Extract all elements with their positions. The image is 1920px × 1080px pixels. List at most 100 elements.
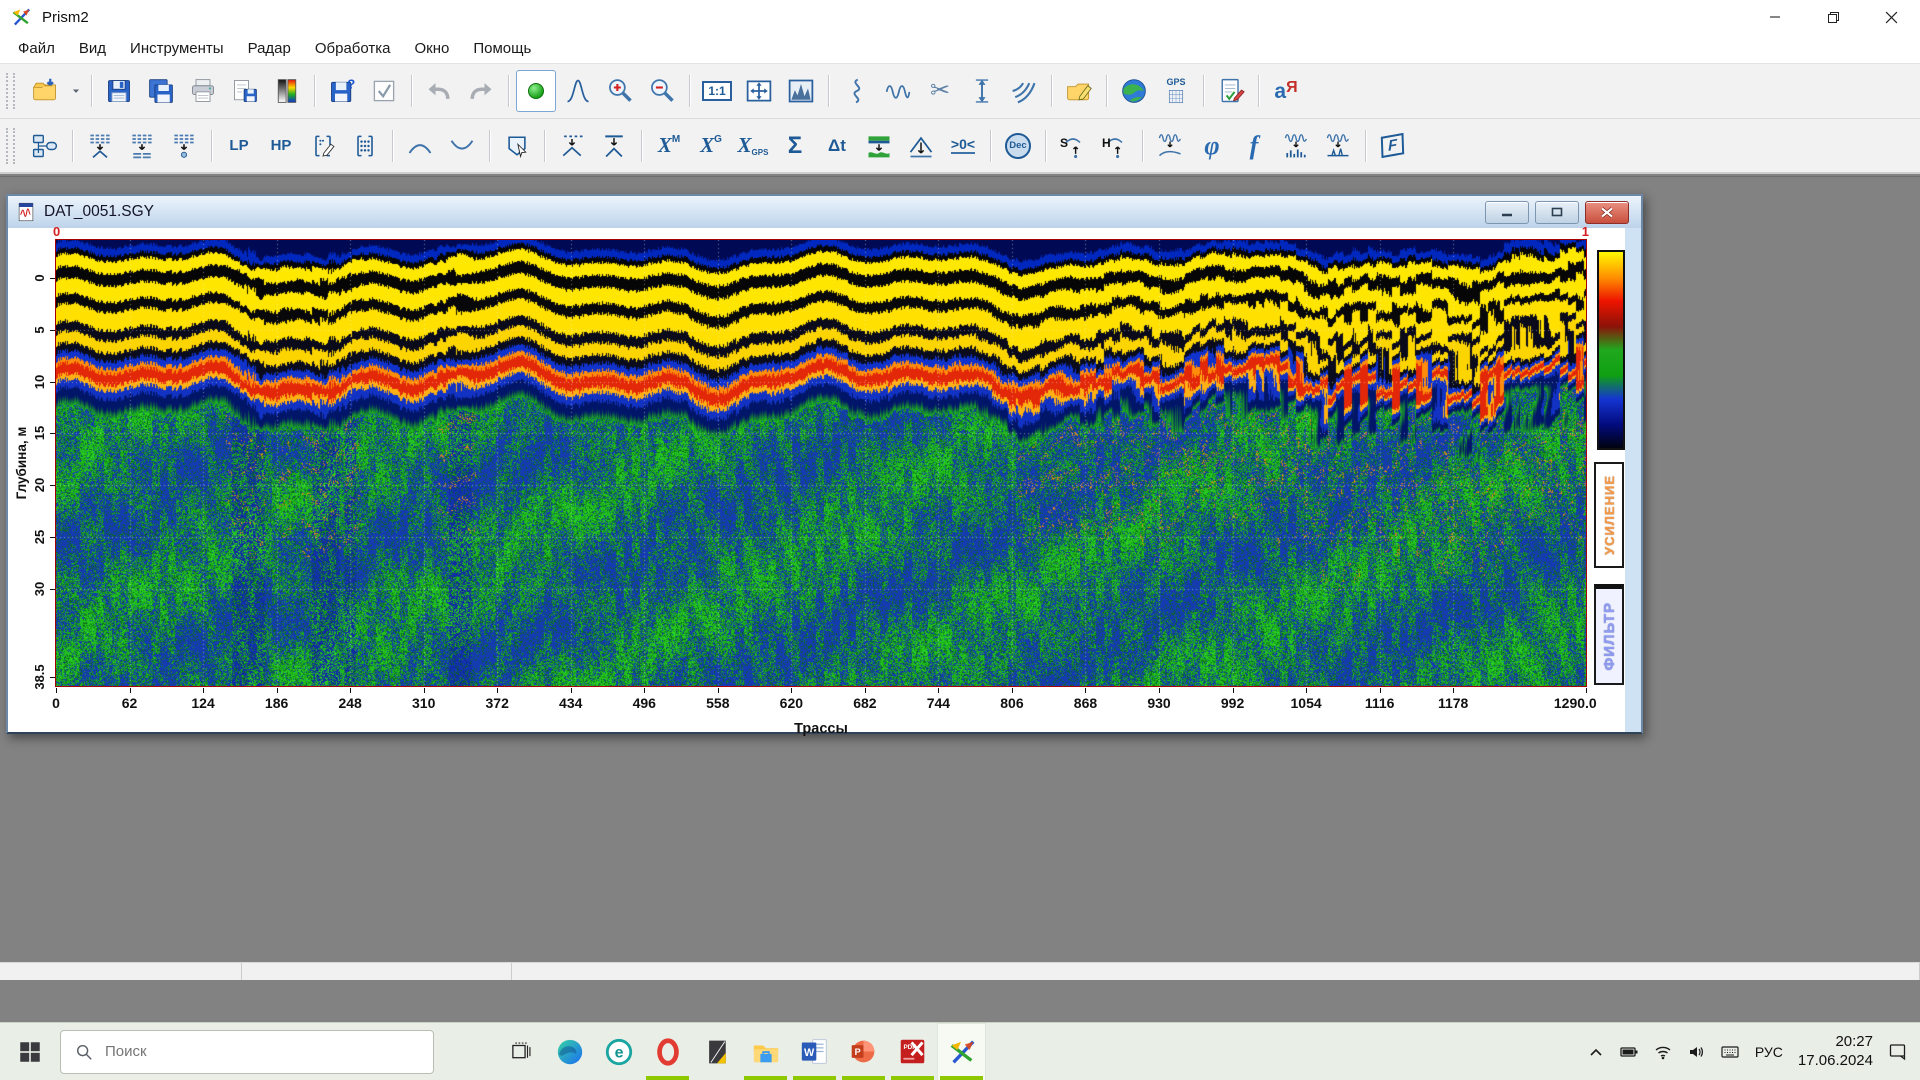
- wifi-icon[interactable]: [1654, 1043, 1672, 1061]
- toolbar-button-x-gps[interactable]: XGPS: [733, 125, 773, 167]
- toolbar-button-report-check[interactable]: [1211, 70, 1251, 112]
- taskbar-app-task-view[interactable]: [496, 1023, 545, 1080]
- toolbar-button-route-line[interactable]: [836, 70, 876, 112]
- taskbar-app-pdf-viewer[interactable]: PDF: [888, 1023, 937, 1080]
- toolbar-button-x-move[interactable]: XM: [649, 125, 689, 167]
- close-button[interactable]: [1862, 0, 1920, 34]
- toolbar-button-h-gain[interactable]: H: [1095, 125, 1135, 167]
- toolbar-button-wavelet-smooth[interactable]: [1150, 125, 1190, 167]
- language-indicator[interactable]: РУС: [1755, 1044, 1783, 1060]
- toolbar-button-lowpass[interactable]: LP: [219, 125, 259, 167]
- document-titlebar[interactable]: DAT_0051.SGY: [8, 196, 1641, 229]
- taskbar-app-dark-app[interactable]: [692, 1023, 741, 1080]
- menu-item-processing[interactable]: Обработка: [303, 35, 403, 63]
- toolbar-button-fit-extent[interactable]: [739, 70, 779, 112]
- tray-expand-icon[interactable]: [1587, 1043, 1605, 1061]
- toolbar-button-terrain-layers[interactable]: [859, 125, 899, 167]
- toolbar-button-align-peaks[interactable]: [552, 125, 592, 167]
- touch-keyboard-icon[interactable]: [1720, 1043, 1740, 1061]
- document-close-button[interactable]: [1585, 201, 1629, 224]
- toolbar-button-matrix-dots[interactable]: [345, 125, 385, 167]
- menu-item-window[interactable]: Окно: [403, 35, 462, 63]
- toolbar-button-zoom-out[interactable]: [642, 70, 682, 112]
- toolbar-grip[interactable]: [6, 128, 15, 164]
- toolbar-button-flatten-peaks[interactable]: [594, 125, 634, 167]
- taskbar-app-powerpoint[interactable]: P: [839, 1023, 888, 1080]
- toolbar-button-translate[interactable]: aЯ: [1266, 70, 1306, 112]
- menu-item-view[interactable]: Вид: [67, 35, 118, 63]
- toolbar-button-deconvolution[interactable]: Dec: [998, 125, 1038, 167]
- toolbar-button-option-check[interactable]: [364, 70, 404, 112]
- toolbar-button-vertical-range[interactable]: [962, 70, 1002, 112]
- toolbar-button-f-function[interactable]: F: [1373, 125, 1413, 167]
- menu-item-radar[interactable]: Радар: [236, 35, 303, 63]
- restore-button[interactable]: [1804, 0, 1862, 34]
- y-tick-mark: [50, 433, 55, 434]
- x-tick-label: 930: [1147, 695, 1170, 711]
- toolbar-button-highpass[interactable]: HP: [261, 125, 301, 167]
- toolbar-button-zero-adjust[interactable]: >0<: [943, 125, 983, 167]
- toolbar-button-trace-peak[interactable]: [558, 70, 598, 112]
- toolbar-button-signal-arcs[interactable]: [1004, 70, 1044, 112]
- toolbar-button-save[interactable]: [99, 70, 139, 112]
- toolbar-button-topo-correction[interactable]: [901, 125, 941, 167]
- toolbar-button-save-confirm[interactable]: ?: [322, 70, 362, 112]
- toolbar-button-globe[interactable]: [1114, 70, 1154, 112]
- toolbar-button-open[interactable]: [25, 70, 65, 112]
- volume-icon[interactable]: [1687, 1043, 1705, 1061]
- toolbar-button-s-gain[interactable]: S: [1053, 125, 1093, 167]
- toolbar-button-print[interactable]: [183, 70, 223, 112]
- toolbar-button-undo[interactable]: [419, 70, 459, 112]
- toolbar-button-point-marker[interactable]: [516, 70, 556, 112]
- toolbar-button-smooth-peak[interactable]: [400, 125, 440, 167]
- toolbar-button-palette[interactable]: [267, 70, 307, 112]
- toolbar-button-filter-edit[interactable]: [303, 125, 343, 167]
- document-minimize-button[interactable]: [1485, 201, 1529, 224]
- tray-clock[interactable]: 20:27 17.06.2024: [1798, 1033, 1873, 1071]
- toolbar-grip[interactable]: [6, 73, 15, 109]
- taskbar-app-edge[interactable]: [545, 1023, 594, 1080]
- toolbar-button-export-page[interactable]: [225, 70, 265, 112]
- toolbar-button-save-all[interactable]: [141, 70, 181, 112]
- menu-item-help[interactable]: Помощь: [461, 35, 543, 63]
- menu-item-file[interactable]: Файл: [6, 35, 67, 63]
- toolbar-button-scale-1-1[interactable]: 1:1: [697, 70, 737, 112]
- taskbar-app-file-explorer[interactable]: [741, 1023, 790, 1080]
- toolbar-button-phase[interactable]: φ: [1192, 125, 1232, 167]
- toolbar-button-gps-table[interactable]: GPS: [1156, 70, 1196, 112]
- toolbar-button-stack-average[interactable]: [122, 125, 162, 167]
- gain-panel-button[interactable]: УСИЛЕНИЕ: [1594, 462, 1624, 568]
- search-input[interactable]: [103, 1042, 387, 1061]
- toolbar-button-edit-folder[interactable]: [1059, 70, 1099, 112]
- taskbar-app-eset[interactable]: e: [594, 1023, 643, 1080]
- toolbar-button-open-more[interactable]: [67, 70, 84, 112]
- toolbar-button-x-grid[interactable]: XG: [691, 125, 731, 167]
- toolbar-button-wavelet-spikes[interactable]: [1318, 125, 1358, 167]
- toolbar-button-redo[interactable]: [461, 70, 501, 112]
- toolbar-button-sum-traces[interactable]: Σ: [775, 125, 815, 167]
- toolbar-button-wavelet-bars[interactable]: [1276, 125, 1316, 167]
- toolbar-button-wiggle-trace[interactable]: [878, 70, 918, 112]
- toolbar-button-histogram[interactable]: [781, 70, 821, 112]
- toolbar-button-stack-peak[interactable]: [80, 125, 120, 167]
- radargram-canvas[interactable]: [56, 240, 1586, 686]
- document-restore-button[interactable]: [1535, 201, 1579, 224]
- toolbar-button-zoom-in[interactable]: [600, 70, 640, 112]
- action-center-icon[interactable]: [1888, 1042, 1908, 1061]
- toolbar-button-batch-flow[interactable]: [25, 125, 65, 167]
- toolbar-button-frequency[interactable]: f: [1234, 125, 1274, 167]
- start-button[interactable]: [0, 1023, 60, 1080]
- minimize-button[interactable]: [1746, 0, 1804, 34]
- toolbar-button-stack-compress[interactable]: [164, 125, 204, 167]
- taskbar-app-opera[interactable]: [643, 1023, 692, 1080]
- filter-panel-button[interactable]: ФИЛЬТР: [1594, 584, 1624, 685]
- toolbar-button-polygon-edit[interactable]: [497, 125, 537, 167]
- battery-icon[interactable]: [1620, 1043, 1639, 1061]
- menu-item-tools[interactable]: Инструменты: [118, 35, 236, 63]
- toolbar-button-smooth-dip[interactable]: [442, 125, 482, 167]
- taskbar-app-word[interactable]: W: [790, 1023, 839, 1080]
- taskbar-search[interactable]: [60, 1030, 434, 1074]
- toolbar-button-cut-scissors[interactable]: ✂: [920, 70, 960, 112]
- toolbar-button-delta-t[interactable]: Δt: [817, 125, 857, 167]
- taskbar-app-prism[interactable]: [937, 1023, 986, 1080]
